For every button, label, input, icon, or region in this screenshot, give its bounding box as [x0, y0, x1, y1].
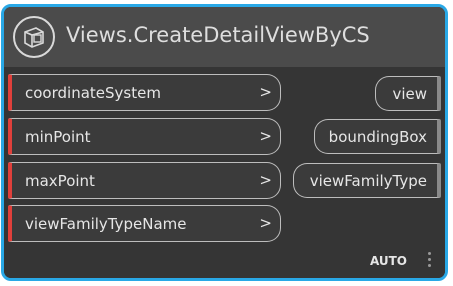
input-port-coordinate-system[interactable]: coordinateSystem >	[8, 74, 281, 111]
input-port-view-family-type-name[interactable]: viewFamilyTypeName >	[8, 205, 281, 242]
chevron-right-icon[interactable]: >	[259, 83, 272, 101]
chevron-right-icon[interactable]: >	[259, 171, 272, 189]
more-options-icon[interactable]	[428, 252, 432, 270]
output-port-label: view	[392, 85, 427, 103]
output-port-bounding-box[interactable]: boundingBox	[314, 119, 441, 154]
input-port-min-point[interactable]: minPoint >	[8, 118, 281, 155]
output-port-label: viewFamilyType	[309, 172, 427, 190]
input-port-label: coordinateSystem	[25, 84, 161, 102]
dynamo-node[interactable]: Views.CreateDetailViewByCS coordinateSys…	[1, 4, 448, 281]
lacing-indicator[interactable]: AUTO	[370, 254, 407, 268]
chevron-right-icon[interactable]: >	[259, 214, 272, 232]
node-header[interactable]: Views.CreateDetailViewByCS	[4, 7, 445, 67]
output-port-view[interactable]: view	[375, 76, 441, 111]
input-port-label: viewFamilyTypeName	[25, 215, 187, 233]
input-port-max-point[interactable]: maxPoint >	[8, 162, 281, 199]
input-port-label: maxPoint	[25, 172, 95, 190]
detail-view-cube-icon	[13, 16, 55, 58]
output-port-label: boundingBox	[328, 128, 427, 146]
input-port-label: minPoint	[25, 128, 91, 146]
chevron-right-icon[interactable]: >	[259, 127, 272, 145]
node-title: Views.CreateDetailViewByCS	[66, 23, 370, 47]
output-port-view-family-type[interactable]: viewFamilyType	[293, 163, 441, 198]
